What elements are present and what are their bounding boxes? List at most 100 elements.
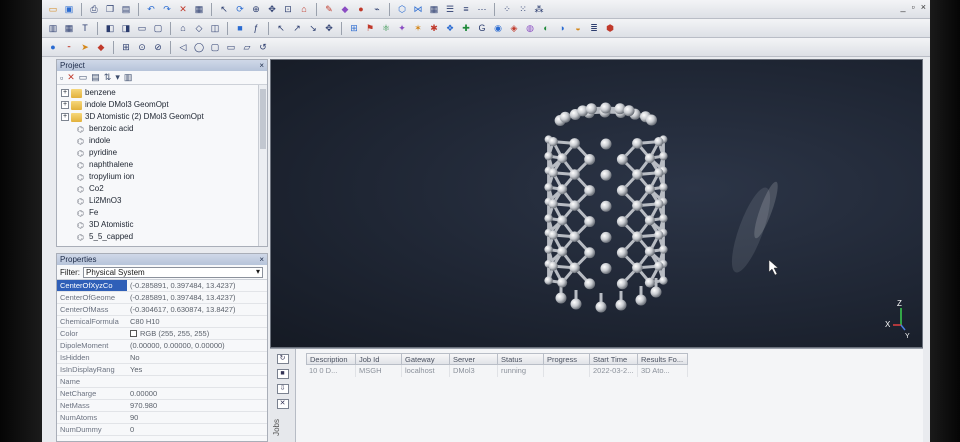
project-scrollbar[interactable] [258, 85, 267, 246]
cpk-icon[interactable]: ◯ [192, 40, 206, 54]
blends-icon[interactable]: ◈ [507, 21, 521, 35]
delete-icon[interactable]: ▦ [192, 2, 206, 16]
table-row[interactable]: 10 0 D... MSGH localhost DMol3 running 2… [306, 365, 688, 377]
job-download-icon[interactable]: ⇩ [276, 384, 289, 394]
job-stop-icon[interactable]: ■ [276, 369, 289, 379]
layout-icon[interactable]: ▭ [135, 21, 149, 35]
text-icon[interactable]: T [78, 21, 92, 35]
ring-icon[interactable]: ⬡ [395, 2, 409, 16]
dmol3-icon[interactable]: ⚛ [379, 21, 393, 35]
lattice-icon[interactable]: ⁙ [516, 2, 530, 16]
scrollbar-thumb[interactable] [260, 89, 266, 149]
translate-icon[interactable]: ✥ [265, 2, 279, 16]
select-icon[interactable]: ↖ [217, 2, 231, 16]
redo-icon[interactable]: ↷ [160, 2, 174, 16]
morphology-icon[interactable]: ◒ [571, 21, 585, 35]
visualizer-icon[interactable]: ◐ [539, 21, 553, 35]
column-gateway[interactable]: Gateway [402, 353, 450, 365]
modules-icon[interactable]: ⊞ [347, 21, 361, 35]
list-item[interactable]: +3D Atomistic (2) DMol3 GeomOpt [57, 111, 267, 123]
formula-icon[interactable]: ƒ [249, 21, 263, 35]
column-description[interactable]: Description [306, 353, 356, 365]
property-row[interactable]: NumAtoms 90 [57, 412, 267, 424]
symmetry-icon[interactable]: ⁂ [532, 2, 546, 16]
property-row[interactable]: CenterOfMass (-0.304617, 0.630874, 13.842… [57, 304, 267, 316]
forcite-icon[interactable]: ✦ [395, 21, 409, 35]
list-item[interactable]: benzoic acid [57, 123, 267, 135]
properties-icon[interactable]: ▤ [91, 72, 100, 83]
filter-select[interactable]: Physical System [83, 266, 263, 278]
align-right-icon[interactable]: ◨ [119, 21, 133, 35]
property-row[interactable]: IsInDisplayRang Yes [57, 364, 267, 376]
align-icon[interactable]: ≡ [459, 2, 473, 16]
pointer-icon[interactable]: ↖ [274, 21, 288, 35]
new-file-icon[interactable]: ▫ [60, 73, 63, 83]
fit-icon[interactable]: ⊡ [281, 2, 295, 16]
property-row[interactable]: NetCharge 0.00000 [57, 388, 267, 400]
job-delete-icon[interactable]: ✕ [276, 399, 289, 409]
zoom-icon[interactable]: ⊕ [249, 2, 263, 16]
ball-icon[interactable]: ⊙ [135, 40, 149, 54]
pointer-sub-icon[interactable]: ↘ [306, 21, 320, 35]
grid-icon[interactable]: ▦ [427, 2, 441, 16]
chart-icon[interactable]: ▥ [46, 21, 60, 35]
g-module-icon[interactable]: G [475, 21, 489, 35]
minimize-button[interactable]: _ [901, 2, 906, 12]
surface-icon[interactable]: ◫ [208, 21, 222, 35]
delete-icon[interactable]: ✕ [67, 72, 75, 83]
color-icon[interactable]: ■ [233, 21, 247, 35]
refresh-icon[interactable]: ▥ [124, 72, 133, 83]
stick-icon[interactable]: ⊘ [151, 40, 165, 54]
atom-color-icon[interactable]: ● [46, 40, 60, 54]
list-item[interactable]: 5_5_capped [57, 231, 267, 243]
column-results[interactable]: Results Fo... [638, 353, 688, 365]
list-item[interactable]: Co2 [57, 183, 267, 195]
color-swatch[interactable] [130, 330, 137, 337]
save-icon[interactable]: ▣ [62, 2, 76, 16]
sketch-icon[interactable]: ✎ [322, 2, 336, 16]
3d-viewport[interactable]: Z X Y [270, 59, 923, 348]
list-item[interactable]: + indole DMol3 GeomOpt [57, 99, 267, 111]
list-item[interactable]: pyridine [57, 147, 267, 159]
restore-button[interactable]: ▫ [912, 2, 915, 12]
chain-icon[interactable]: ⋈ [411, 2, 425, 16]
close-icon[interactable]: × [259, 60, 264, 71]
amorphous-icon[interactable]: ✶ [411, 21, 425, 35]
mesocite-icon[interactable]: ◍ [523, 21, 537, 35]
property-row[interactable]: NetMass 970.980 [57, 400, 267, 412]
copy-icon[interactable]: ❐ [103, 2, 117, 16]
table-icon[interactable]: ▦ [62, 21, 76, 35]
measure-icon[interactable]: ◆ [338, 2, 352, 16]
list-item[interactable]: Li2MnO3 [57, 195, 267, 207]
list-item[interactable]: indole [57, 135, 267, 147]
pointer-add-icon[interactable]: ↗ [290, 21, 304, 35]
label-icon[interactable]: ⁃ [62, 40, 76, 54]
display-icon[interactable]: ▢ [151, 21, 165, 35]
expand-icon[interactable]: + [61, 89, 69, 97]
field-icon[interactable]: ⊞ [119, 40, 133, 54]
property-row[interactable]: NumDummy 0 [57, 424, 267, 436]
sorption-icon[interactable]: ❖ [443, 21, 457, 35]
cut-icon[interactable]: ✕ [176, 2, 190, 16]
reset-icon[interactable]: ↺ [256, 40, 270, 54]
print-icon[interactable]: ⎙ [87, 2, 101, 16]
folder-icon[interactable]: ▭ [46, 2, 60, 16]
close-icon[interactable]: × [259, 254, 264, 265]
line-icon[interactable]: ◁ [176, 40, 190, 54]
list-item[interactable]: tropylium ion [57, 171, 267, 183]
column-job-id[interactable]: Job Id [356, 353, 402, 365]
castep-icon[interactable]: ⚑ [363, 21, 377, 35]
polyhedra-icon[interactable]: ◆ [94, 40, 108, 54]
rotate-icon[interactable]: ⟳ [233, 2, 247, 16]
polymorph-icon[interactable]: ◑ [555, 21, 569, 35]
atoms-grid-icon[interactable]: ⁘ [500, 2, 514, 16]
crystal-icon[interactable]: ◇ [192, 21, 206, 35]
sort-icon[interactable]: ⇅ [104, 72, 112, 83]
atom-icon[interactable]: ● [354, 2, 368, 16]
column-progress[interactable]: Progress [544, 353, 590, 365]
property-row[interactable]: Color RGB (255, 255, 255) [57, 328, 267, 340]
move-icon[interactable]: ✥ [322, 21, 336, 35]
options-icon[interactable]: ⋯ [475, 2, 489, 16]
property-row[interactable]: Name [57, 376, 267, 388]
reflex-icon[interactable]: ✚ [459, 21, 473, 35]
